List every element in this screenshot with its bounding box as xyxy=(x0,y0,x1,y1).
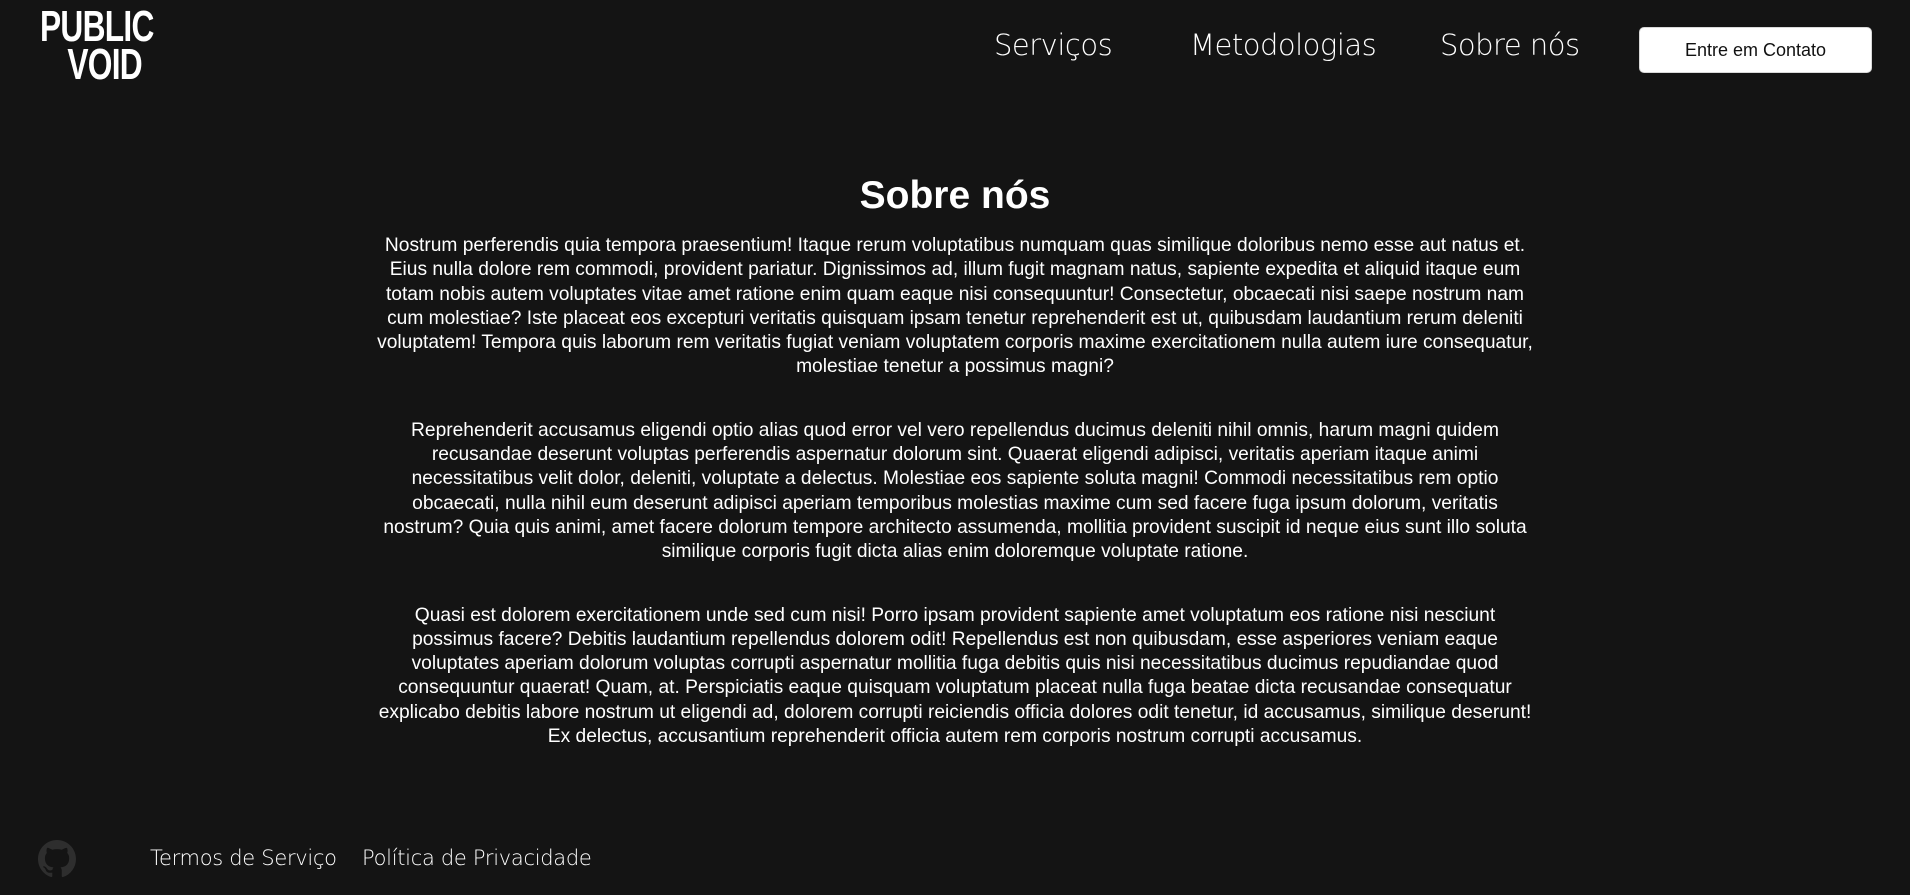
main-content: Sobre nós Nostrum perferendis quia tempo… xyxy=(0,170,1910,788)
logo-line-2: VOID xyxy=(67,39,142,89)
about-paragraph-3: Quasi est dolorem exercitationem unde se… xyxy=(378,604,1532,748)
page-title: Sobre nós xyxy=(859,174,1051,217)
nav-link-servicos[interactable]: Serviços xyxy=(994,28,1113,62)
logo[interactable]: PUBLIC VOID xyxy=(40,5,154,94)
site-header: PUBLIC VOID Serviços Metodologias Sobre … xyxy=(0,0,1910,100)
nav-link-metodologias[interactable]: Metodologias xyxy=(1190,28,1377,62)
page: PUBLIC VOID Serviços Metodologias Sobre … xyxy=(0,0,1910,895)
about-section: Nostrum perferendis quia tempora praesen… xyxy=(375,234,1535,749)
github-icon-graphic xyxy=(38,840,76,878)
about-paragraph-2: Reprehenderit accusamus eligendi optio a… xyxy=(383,419,1527,563)
site-footer: Termos de Serviço Política de Privacidad… xyxy=(0,838,1910,882)
about-paragraph-1: Nostrum perferendis quia tempora praesen… xyxy=(377,235,1533,378)
github-icon[interactable] xyxy=(38,840,76,878)
contact-button[interactable]: Entre em Contato xyxy=(1639,27,1872,73)
nav-link-sobre-nos[interactable]: Sobre nós xyxy=(1440,28,1580,62)
footer-link-privacy[interactable]: Política de Privacidade xyxy=(362,846,592,870)
footer-link-terms[interactable]: Termos de Serviço xyxy=(150,846,337,870)
